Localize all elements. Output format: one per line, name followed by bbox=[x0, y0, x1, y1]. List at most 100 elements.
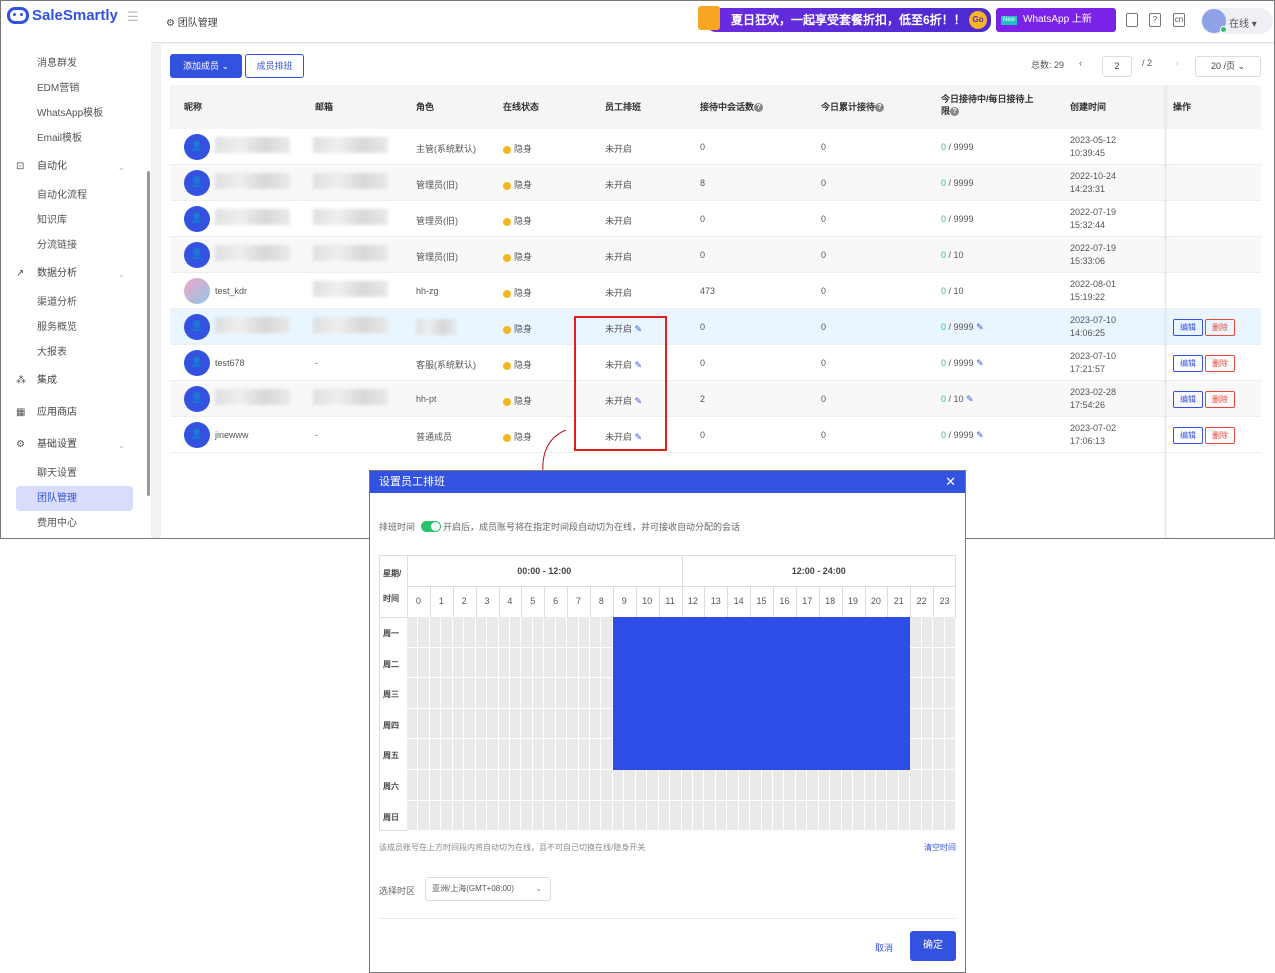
schedule-cell[interactable] bbox=[590, 739, 602, 770]
schedule-cell[interactable] bbox=[452, 770, 465, 801]
edit-button[interactable]: 编辑 bbox=[1173, 319, 1203, 336]
schedule-cell[interactable] bbox=[910, 678, 922, 709]
sidebar-scrollbar[interactable] bbox=[147, 171, 150, 496]
schedule-cell[interactable] bbox=[635, 617, 648, 648]
schedule-cell[interactable] bbox=[498, 739, 510, 770]
schedule-cell[interactable] bbox=[875, 647, 888, 679]
schedule-cell[interactable] bbox=[624, 739, 636, 770]
schedule-cell[interactable] bbox=[509, 678, 522, 709]
schedule-cell[interactable] bbox=[898, 678, 911, 709]
schedule-cell[interactable] bbox=[715, 800, 728, 832]
schedule-cell[interactable] bbox=[532, 708, 545, 740]
schedule-cell[interactable] bbox=[761, 800, 773, 832]
schedule-cell[interactable] bbox=[738, 617, 751, 648]
schedule-cell[interactable] bbox=[498, 800, 510, 832]
schedule-cell[interactable] bbox=[818, 739, 831, 770]
schedule-cell[interactable] bbox=[784, 739, 796, 770]
schedule-cell[interactable] bbox=[841, 647, 854, 679]
sidebar-item[interactable]: 聊天设置 bbox=[1, 461, 151, 486]
schedule-cell[interactable] bbox=[807, 647, 819, 679]
schedule-cell[interactable] bbox=[750, 647, 762, 679]
schedule-cell[interactable] bbox=[521, 800, 533, 832]
schedule-cell[interactable] bbox=[658, 647, 671, 679]
sidebar-item[interactable]: WhatsApp模板 bbox=[1, 101, 151, 126]
schedule-cell[interactable] bbox=[590, 617, 602, 648]
schedule-cell[interactable] bbox=[738, 739, 751, 770]
schedule-cell[interactable] bbox=[567, 708, 579, 740]
schedule-cell[interactable] bbox=[544, 770, 556, 801]
schedule-cell[interactable] bbox=[830, 647, 842, 679]
schedule-cell[interactable] bbox=[464, 708, 476, 740]
schedule-cell[interactable] bbox=[704, 739, 716, 770]
schedule-cell[interactable] bbox=[647, 708, 659, 740]
schedule-cell[interactable] bbox=[715, 708, 728, 740]
schedule-cell[interactable] bbox=[441, 678, 453, 709]
schedule-cell[interactable] bbox=[773, 770, 785, 801]
schedule-cell[interactable] bbox=[532, 647, 545, 679]
schedule-cell[interactable] bbox=[475, 708, 488, 740]
schedule-cell[interactable] bbox=[658, 617, 671, 648]
schedule-cell[interactable] bbox=[555, 739, 568, 770]
edit-pencil-icon[interactable]: ✎ bbox=[974, 322, 984, 332]
schedule-cell[interactable] bbox=[601, 800, 613, 832]
schedule-cell[interactable] bbox=[658, 800, 671, 832]
schedule-cell[interactable] bbox=[853, 678, 865, 709]
schedule-cell[interactable] bbox=[944, 800, 956, 832]
schedule-cell[interactable] bbox=[647, 647, 659, 679]
sidebar-item[interactable]: 大报表 bbox=[1, 340, 151, 365]
schedule-cell[interactable] bbox=[452, 708, 465, 740]
schedule-cell[interactable] bbox=[509, 708, 522, 740]
schedule-cell[interactable] bbox=[933, 739, 945, 770]
schedule-cell[interactable] bbox=[418, 647, 430, 679]
schedule-cell[interactable] bbox=[498, 708, 510, 740]
schedule-cell[interactable] bbox=[441, 708, 453, 740]
schedule-cell[interactable] bbox=[590, 708, 602, 740]
schedule-cell[interactable] bbox=[715, 770, 728, 801]
mobile-icon[interactable] bbox=[1126, 13, 1138, 27]
schedule-cell[interactable] bbox=[750, 678, 762, 709]
schedule-cell[interactable] bbox=[578, 800, 590, 832]
schedule-cell[interactable] bbox=[464, 678, 476, 709]
schedule-cell[interactable] bbox=[544, 739, 556, 770]
schedule-cell[interactable] bbox=[670, 678, 682, 709]
schedule-cell[interactable] bbox=[407, 617, 419, 648]
schedule-cell[interactable] bbox=[853, 739, 865, 770]
schedule-cell[interactable] bbox=[635, 708, 648, 740]
schedule-cell[interactable] bbox=[418, 617, 430, 648]
schedule-cell[interactable] bbox=[704, 647, 716, 679]
schedule-cell[interactable] bbox=[567, 800, 579, 832]
sidebar-item[interactable]: ⁂ 集成 bbox=[1, 365, 151, 397]
sidebar-item[interactable]: EDM营销 bbox=[1, 76, 151, 101]
schedule-cell[interactable] bbox=[612, 708, 625, 740]
schedule-cell[interactable] bbox=[601, 770, 613, 801]
schedule-cell[interactable] bbox=[532, 617, 545, 648]
schedule-cell[interactable] bbox=[784, 617, 796, 648]
schedule-cell[interactable] bbox=[841, 770, 854, 801]
schedule-cell[interactable] bbox=[784, 800, 796, 832]
user-status-menu[interactable]: 在线 ▾ bbox=[1201, 8, 1273, 34]
schedule-cell[interactable] bbox=[727, 678, 739, 709]
schedule-cell[interactable] bbox=[807, 739, 819, 770]
schedule-cell[interactable] bbox=[578, 678, 590, 709]
schedule-cell[interactable] bbox=[704, 770, 716, 801]
promo-go-button[interactable]: Go bbox=[969, 11, 987, 29]
schedule-cell[interactable] bbox=[555, 678, 568, 709]
sidebar-item[interactable]: 团队管理 bbox=[16, 486, 133, 511]
schedule-cell[interactable] bbox=[578, 617, 590, 648]
schedule-cell[interactable] bbox=[818, 678, 831, 709]
schedule-cell[interactable] bbox=[487, 708, 499, 740]
schedule-cell[interactable] bbox=[555, 647, 568, 679]
prev-page-button[interactable]: ‹ bbox=[1079, 58, 1082, 68]
schedule-cell[interactable] bbox=[452, 647, 465, 679]
schedule-cell[interactable] bbox=[612, 647, 625, 679]
schedule-cell[interactable] bbox=[635, 800, 648, 832]
delete-button[interactable]: 删除 bbox=[1205, 355, 1235, 372]
schedule-cell[interactable] bbox=[464, 617, 476, 648]
schedule-cell[interactable] bbox=[761, 678, 773, 709]
schedule-cell[interactable] bbox=[555, 800, 568, 832]
close-icon[interactable]: ✕ bbox=[945, 471, 956, 493]
schedule-cell[interactable] bbox=[853, 770, 865, 801]
schedule-cell[interactable] bbox=[578, 708, 590, 740]
schedule-cell[interactable] bbox=[773, 617, 785, 648]
schedule-cell[interactable] bbox=[681, 708, 693, 740]
